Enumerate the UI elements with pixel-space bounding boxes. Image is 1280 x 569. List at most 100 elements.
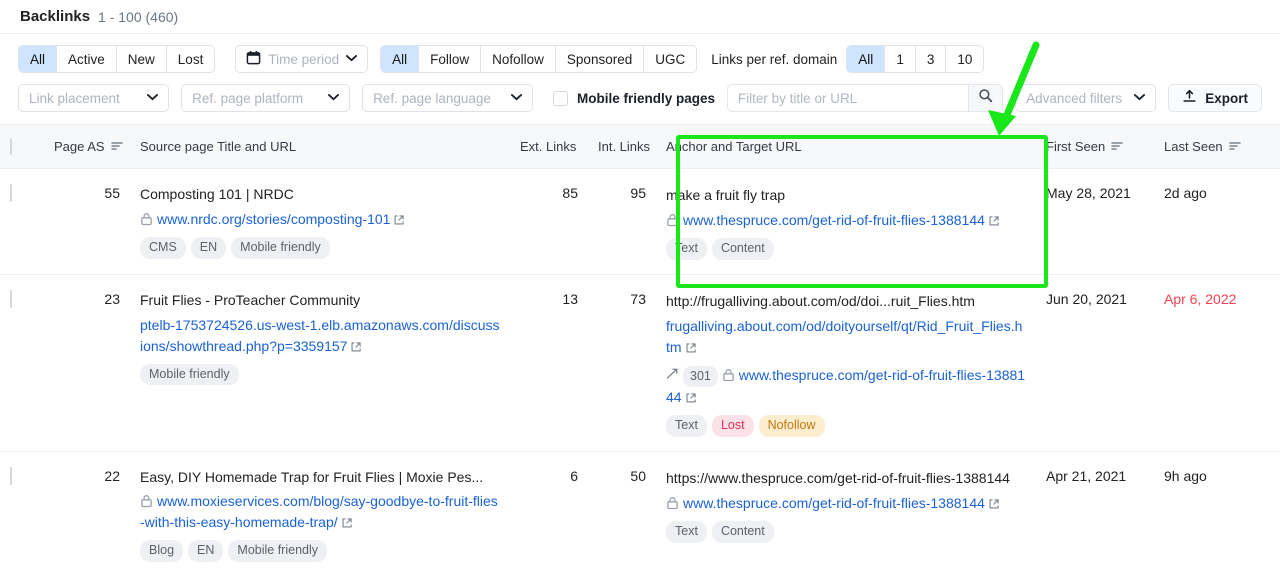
status-filter-active[interactable]: Active <box>57 46 117 72</box>
status-filter-new[interactable]: New <box>117 46 167 72</box>
target-url-line: www.thespruce.com/get-rid-of-fruit-flies… <box>666 493 1026 514</box>
cell-source: Composting 101 | NRDC www.nrdc.org/storie… <box>130 169 510 275</box>
tag-blog: Blog <box>140 540 183 562</box>
tag-text: Text <box>666 238 707 260</box>
column-int-links: Int. Links <box>588 125 656 169</box>
tag-mobile-friendly: Mobile friendly <box>140 364 239 386</box>
search-input[interactable] <box>728 85 968 111</box>
export-button[interactable]: Export <box>1168 84 1262 112</box>
chevron-down-icon <box>147 93 158 104</box>
tag-en: EN <box>188 540 223 562</box>
select-all-checkbox[interactable] <box>10 138 12 155</box>
table-body: 55Composting 101 | NRDCwww.nrdc.org/stor… <box>0 169 1280 569</box>
links-per-domain-all[interactable]: All <box>847 46 885 72</box>
row-checkbox[interactable] <box>10 184 12 202</box>
status-filter-all[interactable]: All <box>19 46 57 72</box>
column-anchor-target-url: Anchor and Target URL <box>656 125 1036 169</box>
link-placement-dropdown[interactable]: Link placement <box>18 84 169 112</box>
filters-row-1: All Active New Lost Time period All Foll… <box>18 44 1262 74</box>
redirect-icon <box>666 367 680 380</box>
links-per-domain-3[interactable]: 3 <box>916 46 947 72</box>
ref-page-language-dropdown[interactable]: Ref. page language <box>362 84 533 112</box>
redirect-line: 301 www.thespruce.com/get-rid-of-fruit-f… <box>666 365 1026 408</box>
status-filter-lost[interactable]: Lost <box>167 46 215 72</box>
cell-page-as: 22 <box>44 451 130 569</box>
filters-toolbar: All Active New Lost Time period All Foll… <box>0 34 1280 113</box>
cell-source: Fruit Flies - ProTeacher Communityptelb-… <box>130 274 510 451</box>
tag-mobile-friendly: Mobile friendly <box>231 237 330 259</box>
column-first-seen[interactable]: First Seen <box>1036 125 1154 169</box>
links-per-domain-10[interactable]: 10 <box>946 46 983 72</box>
checkbox-icon[interactable] <box>553 91 568 106</box>
cell-anchor-target: make a fruit fly trap www.thespruce.com/g… <box>656 169 1036 275</box>
last-seen-value: 2d ago <box>1164 185 1207 201</box>
follow-filter-follow[interactable]: Follow <box>419 46 481 72</box>
column-source: Source page Title and URL <box>130 125 510 169</box>
ref-page-platform-dropdown[interactable]: Ref. page platform <box>181 84 350 112</box>
chevron-down-icon <box>328 93 339 104</box>
follow-filter-nofollow[interactable]: Nofollow <box>481 46 556 72</box>
links-per-domain-1[interactable]: 1 <box>885 46 916 72</box>
anchor-text: make a fruit fly trap <box>666 185 1026 205</box>
source-tags: CMSENMobile friendly <box>140 237 500 259</box>
cell-first-seen: Apr 21, 2021 <box>1036 451 1154 569</box>
column-last-seen[interactable]: Last Seen <box>1154 125 1280 169</box>
chevron-down-icon <box>511 93 522 104</box>
tag-text: Text <box>666 415 707 437</box>
cell-ext-links: 6 <box>510 451 588 569</box>
follow-filter-all[interactable]: All <box>381 46 419 72</box>
follow-filter-sponsored[interactable]: Sponsored <box>556 46 644 72</box>
redirect-status-code: 301 <box>683 366 718 387</box>
source-tags: BlogENMobile friendly <box>140 540 500 562</box>
last-seen-value: 9h ago <box>1164 468 1207 484</box>
target-url-line: frugalliving.about.com/od/doityourself/q… <box>666 316 1026 358</box>
column-page-as-label: Page AS <box>54 139 105 154</box>
sort-icon[interactable] <box>111 139 123 154</box>
column-page-as[interactable]: Page AS <box>44 125 130 169</box>
target-url[interactable]: frugalliving.about.com/od/doityourself/q… <box>666 318 1022 355</box>
last-seen-value: Apr 6, 2022 <box>1164 291 1236 307</box>
row-select-cell[interactable] <box>0 451 44 569</box>
source-title: Easy, DIY Homemade Trap for Fruit Flies … <box>140 468 500 487</box>
ref-page-language-label: Ref. page language <box>373 91 491 106</box>
cell-last-seen: Apr 6, 2022 <box>1154 274 1280 451</box>
source-tags: Mobile friendly <box>140 364 500 386</box>
cell-page-as: 23 <box>44 274 130 451</box>
row-checkbox[interactable] <box>10 467 12 485</box>
mobile-friendly-checkbox[interactable]: Mobile friendly pages <box>553 91 715 106</box>
target-url[interactable]: www.thespruce.com/get-rid-of-fruit-flies… <box>683 495 985 511</box>
mobile-friendly-label: Mobile friendly pages <box>577 91 715 106</box>
time-period-label: Time period <box>268 52 339 67</box>
redirect-target-url[interactable]: www.thespruce.com/get-rid-of-fruit-flies… <box>666 367 1025 405</box>
sort-icon[interactable] <box>1229 139 1241 154</box>
source-url[interactable]: www.nrdc.org/stories/composting-101 <box>157 211 390 227</box>
cell-ext-links: 85 <box>510 169 588 275</box>
filter-search-box[interactable] <box>727 84 1003 112</box>
cell-first-seen: Jun 20, 2021 <box>1036 274 1154 451</box>
advanced-filters-dropdown[interactable]: Advanced filters <box>1015 84 1156 112</box>
search-button[interactable] <box>968 85 1002 111</box>
row-select-cell[interactable] <box>0 274 44 451</box>
search-icon <box>978 88 993 108</box>
status-filter-group[interactable]: All Active New Lost <box>18 45 215 73</box>
chevron-down-icon <box>346 54 357 65</box>
anchor-tags: TextContent <box>666 521 1026 543</box>
chevron-down-icon <box>1134 93 1145 104</box>
sort-icon[interactable] <box>1111 139 1123 154</box>
tag-nofollow: Nofollow <box>759 415 825 437</box>
row-select-cell[interactable] <box>0 169 44 275</box>
target-url[interactable]: www.thespruce.com/get-rid-of-fruit-flies… <box>683 212 985 228</box>
source-url[interactable]: www.moxieservices.com/blog/say-goodbye-t… <box>140 493 498 530</box>
export-label: Export <box>1205 91 1248 106</box>
source-title: Composting 101 | NRDC <box>140 185 500 204</box>
row-checkbox[interactable] <box>10 290 12 308</box>
links-per-domain-label: Links per ref. domain <box>711 52 837 67</box>
source-url[interactable]: ptelb-1753724526.us-west-1.elb.amazonaws… <box>140 317 500 354</box>
follow-filter-ugc[interactable]: UGC <box>644 46 696 72</box>
select-all-header[interactable] <box>0 125 44 169</box>
source-url-line: ptelb-1753724526.us-west-1.elb.amazonaws… <box>140 315 500 357</box>
time-period-dropdown[interactable]: Time period <box>235 45 368 73</box>
anchor-tags: TextLostNofollow <box>666 415 1026 437</box>
links-per-domain-group[interactable]: All 1 3 10 <box>846 45 984 73</box>
follow-filter-group[interactable]: All Follow Nofollow Sponsored UGC <box>380 45 697 73</box>
